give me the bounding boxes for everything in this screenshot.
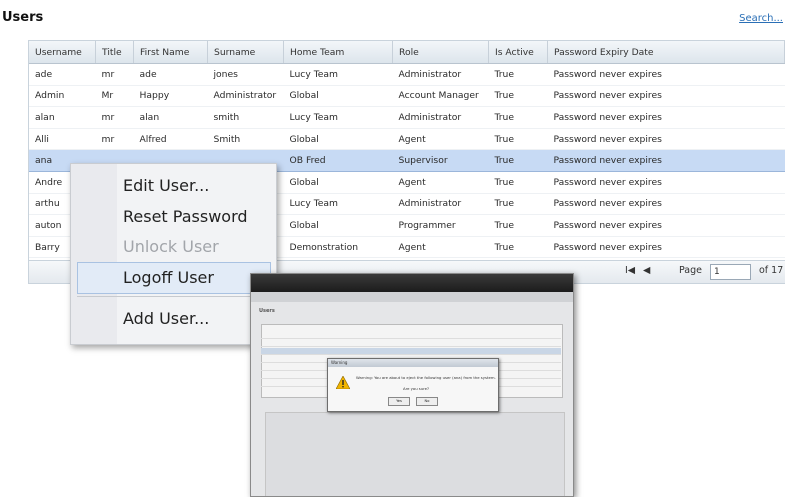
table-row[interactable]: Admin Mr Happy Administrator Global Acco…: [29, 85, 785, 108]
cell-is-active: True: [488, 85, 548, 108]
menu-item-add-user[interactable]: Add User...: [123, 309, 209, 328]
cell-password-expiry: Password never expires: [547, 171, 785, 194]
table-row[interactable]: Alli mr Alfred Smith Global Agent True P…: [29, 128, 785, 151]
table-row[interactable]: ade mr ade jones Lucy Team Administrator…: [29, 63, 785, 86]
cell-title: Mr: [95, 85, 134, 108]
cell-password-expiry: Password never expires: [547, 63, 785, 86]
search-link[interactable]: Search...: [739, 13, 783, 24]
page-number-input[interactable]: 1: [710, 264, 751, 280]
cell-password-expiry: Password never expires: [547, 214, 785, 237]
cell-title: mr: [95, 63, 134, 86]
column-header-surname[interactable]: Surname: [207, 41, 284, 64]
warning-dialog-message: Warning: You are about to eject the foll…: [356, 375, 496, 380]
column-header-role[interactable]: Role: [392, 41, 489, 64]
cell-is-active: True: [488, 63, 548, 86]
menu-item-logoff-user[interactable]: Logoff User: [123, 268, 214, 287]
cell-surname: Smith: [207, 128, 284, 151]
column-header-password-expiry[interactable]: Password Expiry Date: [547, 41, 785, 64]
cell-username: Admin: [29, 85, 96, 108]
cell-home-team: Lucy Team: [283, 106, 393, 129]
cell-password-expiry: Password never expires: [547, 193, 785, 216]
cell-role: Administrator: [392, 106, 489, 129]
page-count: of 17: [759, 265, 784, 276]
cell-is-active: True: [488, 128, 548, 151]
thumbnail-title: Users: [259, 308, 275, 314]
first-page-button[interactable]: I◀: [625, 265, 635, 276]
cell-home-team: OB Fred: [283, 149, 393, 172]
thumbnail-row: [261, 340, 561, 347]
cell-is-active: True: [488, 214, 548, 237]
cell-role: Agent: [392, 128, 489, 151]
cell-is-active: True: [488, 171, 548, 194]
cell-role: Agent: [392, 171, 489, 194]
thumbnail-toolbar: [251, 292, 573, 302]
menu-item-unlock-user[interactable]: Unlock User: [123, 237, 219, 256]
page-label: Page: [679, 265, 702, 276]
menu-item-reset-password[interactable]: Reset Password: [123, 207, 248, 226]
cell-role: Administrator: [392, 193, 489, 216]
cell-password-expiry: Password never expires: [547, 106, 785, 129]
context-menu: Edit User... Reset Password Unlock User …: [70, 163, 277, 345]
cell-first-name: alan: [133, 106, 208, 129]
cell-password-expiry: Password never expires: [547, 236, 785, 259]
column-header-home-team[interactable]: Home Team: [283, 41, 393, 64]
cell-is-active: True: [488, 149, 548, 172]
dialog-yes-button[interactable]: Yes: [388, 397, 410, 406]
cell-surname: smith: [207, 106, 284, 129]
warning-dialog-title: Warning: [328, 359, 498, 367]
prev-page-button[interactable]: ◀: [643, 265, 650, 276]
cell-first-name: Alfred: [133, 128, 208, 151]
cell-surname: Administrator: [207, 85, 284, 108]
column-header-is-active[interactable]: Is Active: [488, 41, 548, 64]
thumbnail-row: [261, 348, 561, 355]
cell-role: Administrator: [392, 63, 489, 86]
thumbnail-details-panel: [265, 412, 565, 496]
menu-item-edit-user[interactable]: Edit User...: [123, 176, 209, 195]
table-header: Username Title First Name Surname Home T…: [29, 41, 785, 64]
cell-role: Supervisor: [392, 149, 489, 172]
cell-title: mr: [95, 106, 134, 129]
cell-role: Account Manager: [392, 85, 489, 108]
table-row[interactable]: alan mr alan smith Lucy Team Administrat…: [29, 106, 785, 129]
cell-home-team: Global: [283, 171, 393, 194]
warning-dialog-question: Are you sure?: [403, 386, 430, 391]
cell-home-team: Lucy Team: [283, 63, 393, 86]
cell-home-team: Global: [283, 85, 393, 108]
warning-dialog: Warning Warning: You are about to eject …: [327, 358, 499, 412]
cell-password-expiry: Password never expires: [547, 128, 785, 151]
cell-username: alan: [29, 106, 96, 129]
cell-home-team: Lucy Team: [283, 193, 393, 216]
cell-first-name: ade: [133, 63, 208, 86]
cell-home-team: Global: [283, 214, 393, 237]
menu-icon-gutter: [71, 164, 117, 344]
cell-password-expiry: Password never expires: [547, 149, 785, 172]
column-header-username[interactable]: Username: [29, 41, 96, 64]
logoff-confirmation-screenshot: Users Warning Warning: You are about to …: [250, 273, 574, 497]
cell-role: Programmer: [392, 214, 489, 237]
warning-icon: [336, 376, 350, 389]
thumbnail-top-bar: [251, 274, 573, 292]
cell-home-team: Demonstration: [283, 236, 393, 259]
cell-username: Alli: [29, 128, 96, 151]
dialog-no-button[interactable]: No: [416, 397, 438, 406]
page-title: Users: [2, 10, 44, 25]
cell-first-name: Happy: [133, 85, 208, 108]
thumbnail-row: [261, 332, 561, 339]
menu-separator: [77, 296, 269, 297]
cell-username: ade: [29, 63, 96, 86]
cell-surname: jones: [207, 63, 284, 86]
cell-home-team: Global: [283, 128, 393, 151]
cell-is-active: True: [488, 193, 548, 216]
column-header-first-name[interactable]: First Name: [133, 41, 208, 64]
cell-title: mr: [95, 128, 134, 151]
cell-password-expiry: Password never expires: [547, 85, 785, 108]
cell-is-active: True: [488, 106, 548, 129]
column-header-title[interactable]: Title: [95, 41, 134, 64]
cell-is-active: True: [488, 236, 548, 259]
cell-role: Agent: [392, 236, 489, 259]
